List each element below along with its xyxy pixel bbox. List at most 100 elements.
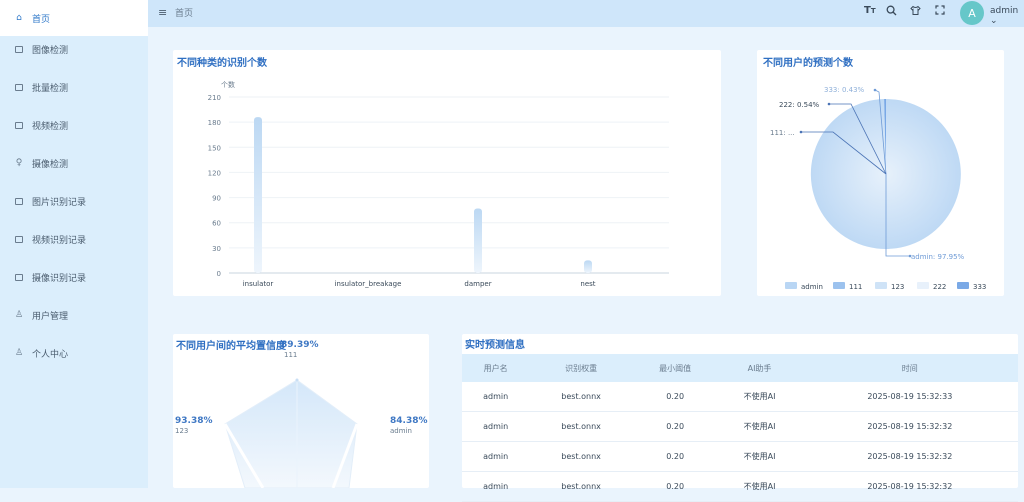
col-header-weights: 识别权重 bbox=[529, 354, 633, 382]
sidebar-item-label: 视频识别记录 bbox=[32, 235, 87, 246]
cell-username: admin bbox=[462, 411, 530, 442]
y-axis-unit: 个数 bbox=[221, 80, 235, 89]
legend-label-admin[interactable]: admin bbox=[801, 283, 823, 291]
cell-threshold: 0.20 bbox=[632, 382, 718, 412]
x-tick-label: insulator_breakage bbox=[335, 280, 402, 288]
sidebar-item-image-detect[interactable]: 图像检测 bbox=[0, 31, 148, 67]
legend-label-123[interactable]: 123 bbox=[891, 283, 904, 291]
sidebar-item-image-record[interactable]: 图片识别记录 bbox=[0, 183, 148, 219]
user-name: admin bbox=[990, 6, 1019, 16]
legend-swatch-111[interactable] bbox=[833, 282, 845, 289]
cell-time: 2025-08-19 15:32:32 bbox=[801, 411, 1018, 442]
y-tick-label: 0 bbox=[217, 270, 221, 278]
legend-swatch-333[interactable] bbox=[957, 282, 969, 289]
pie-chart-card: 不同用户的预测个数 333: 0.43% 222: 0.54% 111: ...… bbox=[757, 50, 1004, 296]
chevron-down-icon: ⌄ bbox=[990, 16, 998, 26]
camera-record-icon bbox=[14, 272, 24, 282]
menu-icon[interactable]: ≡ bbox=[158, 6, 167, 19]
col-header-threshold: 最小阈值 bbox=[632, 354, 718, 382]
avatar[interactable]: A bbox=[960, 1, 984, 25]
cell-time: 2025-08-19 15:32:32 bbox=[801, 471, 1018, 502]
radar-chart-card: 89.39% 111 93.38% 123 84.38% admin 不同用户间… bbox=[173, 334, 429, 488]
user-manage-icon: ♙ bbox=[14, 310, 24, 320]
bar-damper[interactable] bbox=[474, 208, 482, 273]
y-tick-label: 90 bbox=[212, 195, 221, 203]
radar-value-123: 93.38% bbox=[175, 416, 213, 426]
sidebar-item-camera-detect[interactable]: ♀ 摄像检测 bbox=[0, 145, 148, 181]
table-row[interactable]: admin best.onnx 0.20 不使用AI 2025-08-19 15… bbox=[462, 471, 1018, 502]
radar-user-123: 123 bbox=[175, 427, 188, 435]
legend-label-222[interactable]: 222 bbox=[933, 283, 946, 291]
sidebar-item-label: 批量检测 bbox=[32, 83, 69, 94]
cell-username: admin bbox=[462, 471, 530, 502]
bar-insulator[interactable] bbox=[254, 117, 262, 273]
sidebar-item-batch-detect[interactable]: 批量检测 bbox=[0, 69, 148, 105]
y-tick-label: 60 bbox=[212, 220, 221, 228]
pie-label-admin: admin: 97.95% bbox=[911, 253, 965, 261]
table-title: 实时预测信息 bbox=[465, 340, 525, 351]
table-row[interactable]: admin best.onnx 0.20 不使用AI 2025-08-19 15… bbox=[462, 411, 1018, 442]
bar-chart: 个数 0 30 60 90 120 150 180 210 insulator insulator… bbox=[208, 80, 669, 288]
sidebar-item-label: 摄像识别记录 bbox=[32, 273, 87, 284]
cell-ai-assistant: 不使用AI bbox=[717, 441, 802, 472]
sidebar-item-user-manage[interactable]: ♙ 用户管理 bbox=[0, 297, 148, 333]
cell-threshold: 0.20 bbox=[632, 441, 718, 472]
video-record-icon bbox=[14, 234, 24, 244]
legend-swatch-222[interactable] bbox=[917, 282, 929, 289]
sidebar-item-video-detect[interactable]: 视频检测 bbox=[0, 107, 148, 143]
radar-user-admin: admin bbox=[390, 427, 412, 435]
y-tick-label: 210 bbox=[208, 94, 221, 102]
radar-value-111: 89.39% bbox=[281, 340, 319, 350]
label-dot-333 bbox=[873, 88, 877, 92]
batch-icon bbox=[14, 82, 24, 92]
x-tick-label: damper bbox=[464, 280, 491, 288]
video-icon bbox=[14, 120, 24, 130]
legend-label-333[interactable]: 333 bbox=[973, 283, 986, 291]
cell-time: 2025-08-19 15:32:32 bbox=[801, 441, 1018, 472]
search-icon[interactable] bbox=[886, 5, 897, 19]
image-record-icon bbox=[14, 196, 24, 206]
cell-weights: best.onnx bbox=[529, 411, 633, 442]
cell-ai-assistant: 不使用AI bbox=[717, 411, 802, 442]
cell-threshold: 0.20 bbox=[632, 471, 718, 502]
legend-swatch-123[interactable] bbox=[875, 282, 887, 289]
sidebar: ⌂ 首页 图像检测 批量检测 视频检测 ♀ 摄像检测 图片识别记录 视频识别记录… bbox=[0, 0, 148, 488]
table-row[interactable]: admin best.onnx 0.20 不使用AI 2025-08-19 15… bbox=[462, 441, 1018, 472]
sidebar-item-label: 视频检测 bbox=[32, 121, 69, 132]
sidebar-item-label: 摄像检测 bbox=[32, 159, 69, 170]
bar-nest[interactable] bbox=[584, 260, 592, 273]
y-tick-label: 120 bbox=[208, 169, 221, 177]
table-header-row: 用户名 识别权重 最小阈值 AI助手 时间 bbox=[462, 354, 1018, 382]
user-menu[interactable]: admin ⌄ bbox=[990, 6, 1024, 26]
realtime-table: 用户名 识别权重 最小阈值 AI助手 时间 admin best.onnx 0.… bbox=[462, 354, 1018, 502]
top-header: ≡ 首页 TT A admin ⌄ bbox=[148, 0, 1024, 27]
pie-label-333: 333: 0.43% bbox=[824, 86, 865, 94]
cell-weights: best.onnx bbox=[529, 441, 633, 472]
radar-user-111: 111 bbox=[284, 351, 297, 359]
breadcrumb[interactable]: 首页 bbox=[175, 6, 193, 19]
sidebar-item-video-record[interactable]: 视频识别记录 bbox=[0, 221, 148, 257]
font-size-icon-label: T bbox=[864, 5, 871, 16]
sidebar-item-profile[interactable]: ♙ 个人中心 bbox=[0, 335, 148, 371]
legend-label-111[interactable]: 111 bbox=[849, 283, 862, 291]
image-icon bbox=[14, 44, 24, 54]
sidebar-item-label: 用户管理 bbox=[32, 311, 69, 322]
radar-point-111 bbox=[295, 378, 299, 382]
font-size-icon[interactable]: TT bbox=[864, 5, 876, 16]
legend-swatch-admin[interactable] bbox=[785, 282, 797, 289]
radar-value-admin: 84.38% bbox=[390, 416, 428, 426]
cell-weights: best.onnx bbox=[529, 471, 633, 502]
sidebar-item-camera-record[interactable]: 摄像识别记录 bbox=[0, 259, 148, 295]
cell-ai-assistant: 不使用AI bbox=[717, 382, 802, 412]
y-tick-label: 180 bbox=[208, 119, 221, 127]
y-tick-label: 30 bbox=[212, 245, 221, 253]
cell-username: admin bbox=[462, 382, 530, 412]
label-dot-111 bbox=[799, 130, 803, 134]
theme-shirt-icon[interactable] bbox=[910, 5, 921, 19]
fullscreen-icon[interactable] bbox=[935, 5, 945, 18]
cell-threshold: 0.20 bbox=[632, 411, 718, 442]
pie-label-111: 111: ... bbox=[770, 129, 795, 137]
table-row[interactable]: admin best.onnx 0.20 不使用AI 2025-08-19 15… bbox=[462, 382, 1018, 412]
cell-time: 2025-08-19 15:32:33 bbox=[801, 382, 1018, 412]
cell-weights: best.onnx bbox=[529, 382, 633, 412]
